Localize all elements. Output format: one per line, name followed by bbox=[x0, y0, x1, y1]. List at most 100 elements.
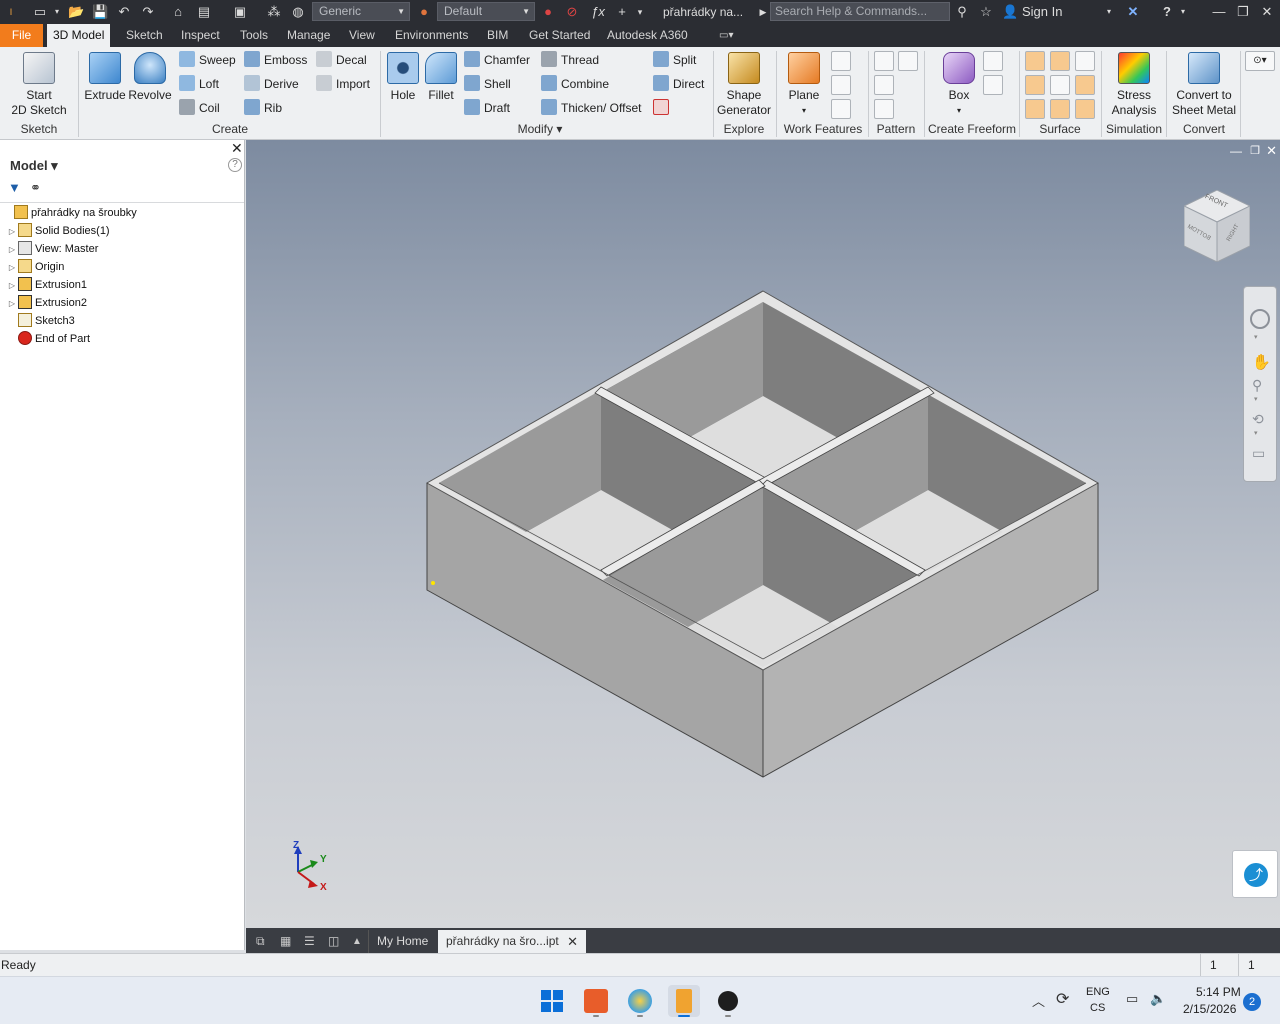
chevron-down-icon[interactable]: ▾ bbox=[1254, 395, 1258, 403]
ribbon-options-icon[interactable]: ⊙▾ bbox=[1245, 51, 1275, 71]
convert-freeform-icon[interactable] bbox=[983, 75, 1003, 95]
taskbar-app-4[interactable] bbox=[712, 985, 744, 1017]
chevron-down-icon[interactable]: ▾ bbox=[52, 3, 62, 21]
panel-label-modify[interactable]: Modify ▾ bbox=[490, 122, 590, 136]
home-icon[interactable]: ⌂ bbox=[170, 3, 186, 21]
tree-item-sketch3[interactable]: Sketch3 bbox=[18, 312, 75, 330]
search-input[interactable]: Search Help & Commands... bbox=[770, 2, 950, 21]
draft-button[interactable]: Draft bbox=[464, 98, 510, 118]
chevron-down-icon[interactable]: ▾ bbox=[1254, 333, 1258, 341]
language-indicator[interactable]: ENG bbox=[1086, 986, 1110, 998]
tree-item-extrusion1[interactable]: ▷ Extrusion1 bbox=[6, 276, 87, 294]
star-icon[interactable]: ☆ bbox=[978, 3, 994, 21]
tree-item-solid-bodies[interactable]: ▷ Solid Bodies(1) bbox=[6, 222, 110, 240]
taskbar-app-2[interactable] bbox=[624, 985, 656, 1017]
combine-button[interactable]: Combine bbox=[541, 74, 609, 94]
sketch-pattern-icon[interactable] bbox=[874, 99, 894, 119]
patch-icon[interactable] bbox=[1050, 51, 1070, 71]
stitch-icon[interactable] bbox=[1025, 51, 1045, 71]
expand-icon[interactable]: ▷ bbox=[6, 223, 18, 241]
tree-item-view-master[interactable]: ▷ View: Master bbox=[6, 240, 98, 258]
replace-face-icon[interactable] bbox=[1050, 99, 1070, 119]
delete-face-button[interactable] bbox=[653, 98, 673, 118]
orbit-icon[interactable]: ⟲ bbox=[1252, 411, 1264, 428]
loft-button[interactable]: Loft bbox=[179, 74, 219, 94]
tab-tools[interactable]: Tools bbox=[234, 24, 274, 47]
find-icon[interactable]: ⚭ bbox=[30, 180, 41, 196]
measure-icon[interactable]: ⁂ bbox=[266, 3, 282, 21]
chevron-down-icon[interactable]: ▾ bbox=[1254, 429, 1258, 437]
repair-bodies-icon[interactable] bbox=[1075, 99, 1095, 119]
tab-my-home[interactable]: My Home bbox=[368, 930, 436, 953]
rectangular-pattern-icon[interactable] bbox=[874, 51, 894, 71]
stress-analysis-button[interactable]: Stress Analysis bbox=[1106, 52, 1162, 118]
appearance-override-icon[interactable]: ● bbox=[540, 3, 556, 21]
tab-document[interactable]: přahrádky na šro...ipt ✕ bbox=[438, 930, 586, 953]
model-canvas[interactable] bbox=[246, 140, 1280, 928]
tab-autodesk-a360[interactable]: Autodesk A360 bbox=[601, 24, 694, 47]
search-icon[interactable]: ⚲ bbox=[954, 3, 970, 21]
boundary-patch-icon[interactable] bbox=[1025, 99, 1045, 119]
sign-in-link[interactable]: Sign In bbox=[1022, 3, 1082, 21]
tab-file[interactable]: File bbox=[0, 24, 43, 47]
circular-pattern-icon[interactable] bbox=[874, 75, 894, 95]
mirror-icon[interactable] bbox=[898, 51, 918, 71]
material-dropdown[interactable]: Generic ▼ bbox=[312, 2, 410, 21]
freeform-box-button[interactable]: Box ▾ bbox=[940, 52, 978, 118]
appearance-icon[interactable]: ● bbox=[416, 3, 432, 21]
expand-icon[interactable]: ▷ bbox=[6, 259, 18, 277]
sculpt-icon[interactable] bbox=[1075, 51, 1095, 71]
look-at-icon[interactable]: ▭ bbox=[1252, 445, 1265, 462]
extrude-button[interactable]: Extrude bbox=[84, 52, 126, 103]
cascade-icon[interactable]: ⧉ bbox=[248, 930, 273, 953]
save-icon[interactable]: 💾 bbox=[92, 3, 108, 21]
help-icon[interactable]: ? bbox=[1158, 3, 1176, 21]
ruled-surface-icon[interactable] bbox=[1025, 75, 1045, 95]
exchange-icon[interactable]: ✕ bbox=[1124, 3, 1142, 21]
start-button[interactable] bbox=[536, 985, 568, 1017]
point-icon[interactable] bbox=[831, 75, 851, 95]
zoom-icon[interactable]: ⚲ bbox=[1252, 377, 1262, 394]
parameters-icon[interactable]: ƒx bbox=[590, 3, 606, 21]
network-icon[interactable]: ▭ bbox=[1126, 991, 1138, 1007]
axis-icon[interactable] bbox=[831, 51, 851, 71]
close-icon[interactable]: ✕ bbox=[231, 140, 243, 157]
viewcube[interactable]: FRONT RIGHT BOTTOM bbox=[1182, 189, 1252, 263]
user-icon[interactable]: 👤 bbox=[1002, 3, 1018, 21]
tree-item-origin[interactable]: ▷ Origin bbox=[6, 258, 64, 276]
tree-item-end-of-part[interactable]: End of Part bbox=[18, 330, 90, 348]
thread-button[interactable]: Thread bbox=[541, 50, 599, 70]
derive-button[interactable]: Derive bbox=[244, 74, 299, 94]
tab-bim[interactable]: BIM bbox=[481, 24, 514, 47]
tab-inspect[interactable]: Inspect bbox=[175, 24, 226, 47]
keyboard-layout-indicator[interactable]: CS bbox=[1090, 1002, 1105, 1014]
close-icon[interactable]: ✕ bbox=[567, 930, 578, 953]
tab-manage[interactable]: Manage bbox=[281, 24, 336, 47]
tab-environments[interactable]: Environments bbox=[389, 24, 474, 47]
close-icon[interactable]: ✕ bbox=[1258, 3, 1276, 21]
notification-badge[interactable]: 2 bbox=[1243, 993, 1261, 1011]
tab-view[interactable]: View bbox=[343, 24, 381, 47]
extend-icon[interactable] bbox=[1075, 75, 1095, 95]
steering-wheel-icon[interactable] bbox=[1250, 309, 1270, 329]
ribbon-display-toggle-icon[interactable]: ▭▾ bbox=[713, 24, 739, 47]
hole-button[interactable]: Hole bbox=[385, 52, 421, 103]
new-file-icon[interactable]: ▭ bbox=[32, 3, 48, 21]
shape-generator-button[interactable]: Shape Generator bbox=[716, 52, 772, 118]
rib-button[interactable]: Rib bbox=[244, 98, 282, 118]
chamfer-button[interactable]: Chamfer bbox=[464, 50, 530, 70]
shell-button[interactable]: Shell bbox=[464, 74, 511, 94]
add-icon[interactable]: + bbox=[614, 3, 630, 21]
chevron-up-icon[interactable]: ︿ bbox=[1032, 991, 1045, 1010]
customize-icon[interactable]: ▾ bbox=[634, 3, 646, 21]
tile-horizontal-icon[interactable]: ☰ bbox=[296, 930, 323, 953]
clock-time[interactable]: 5:14 PM bbox=[1196, 985, 1241, 999]
redo-icon[interactable]: ↷ bbox=[140, 3, 156, 21]
trim-icon[interactable] bbox=[1050, 75, 1070, 95]
tab-3d-model[interactable]: 3D Model bbox=[47, 24, 111, 47]
globe-icon[interactable]: ◍ bbox=[290, 3, 306, 21]
fillet-button[interactable]: Fillet bbox=[423, 52, 459, 103]
graphics-viewport[interactable]: — ❐ ✕ FRONT RIGHT BOTTOM ▾ ✋ ⚲ ▾ ⟲ ▾ ▭ Z… bbox=[246, 140, 1280, 928]
taskbar-app-1[interactable] bbox=[580, 985, 612, 1017]
filter-icon[interactable]: ▼ bbox=[8, 180, 21, 195]
